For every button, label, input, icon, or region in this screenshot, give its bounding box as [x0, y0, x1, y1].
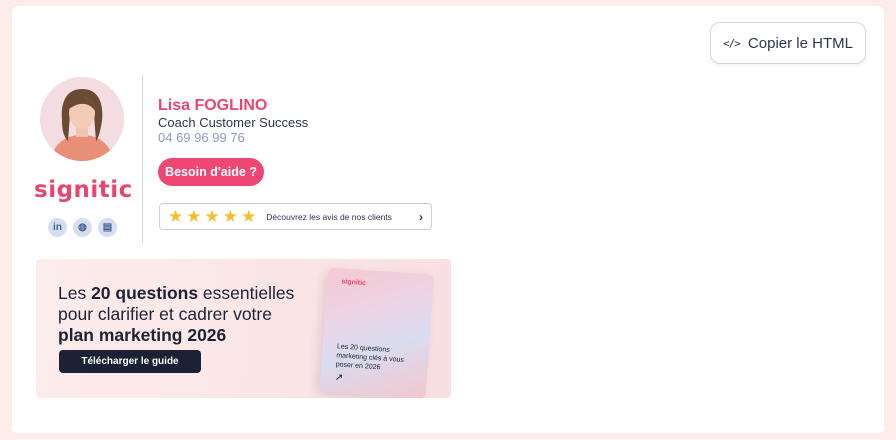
globe-icon[interactable]: ◍ [73, 218, 92, 237]
avatar-photo [40, 77, 124, 161]
download-guide-button[interactable]: Télécharger le guide [59, 350, 201, 373]
reviews-label: Découvrez les avis de nos clients [266, 211, 392, 222]
banner-text-fragment: Les [58, 283, 92, 303]
social-links: in ◍ ▤ [48, 218, 117, 237]
book-title: Les 20 questions marketing clés à vous p… [335, 343, 405, 372]
avatar [40, 77, 124, 161]
banner-text-bold: 20 questions [91, 283, 199, 303]
star-icon: ★ [168, 207, 184, 226]
star-icon: ★ [222, 207, 238, 226]
star-icon: ★ [241, 207, 257, 226]
arrow-icon: ↗ [334, 372, 344, 384]
contact-phone[interactable]: 04 69 96 99 76 [158, 130, 245, 145]
copy-html-button[interactable]: </> Copier le HTML [710, 22, 866, 64]
contact-name: Lisa FOGLINO [158, 97, 268, 114]
banner-text-line: pour clarifier et cadrer votre [58, 304, 272, 324]
linkedin-icon[interactable]: in [48, 218, 67, 237]
star-icon: ★ [186, 207, 202, 226]
marketing-banner[interactable]: Les 20 questions essentielles pour clari… [36, 259, 451, 398]
book-brand: signitic [341, 278, 367, 288]
reviews-link[interactable]: ★ ★ ★ ★ ★ Découvrez les avis de nos clie… [159, 203, 432, 230]
banner-text-fragment: essentielles [198, 283, 295, 303]
banner-headline: Les 20 questions essentielles pour clari… [58, 283, 318, 346]
star-icon: ★ [204, 207, 220, 226]
signature-preview-card: </> Copier le HTML signitic in ◍ ▤ Lisa … [12, 6, 884, 433]
chevron-right-icon: › [419, 209, 423, 224]
copy-html-label: Copier le HTML [747, 34, 853, 52]
guide-book-cover: signitic Les 20 questions marketing clés… [319, 267, 435, 398]
vertical-divider [142, 75, 143, 243]
contact-role: Coach Customer Success [158, 115, 309, 130]
code-icon: </> [723, 36, 741, 50]
banner-text-bold: plan marketing 2026 [58, 325, 227, 345]
signitic-logo: signitic [34, 177, 133, 203]
help-button[interactable]: Besoin d'aide ? [158, 158, 264, 186]
contact-card-icon[interactable]: ▤ [98, 218, 117, 237]
